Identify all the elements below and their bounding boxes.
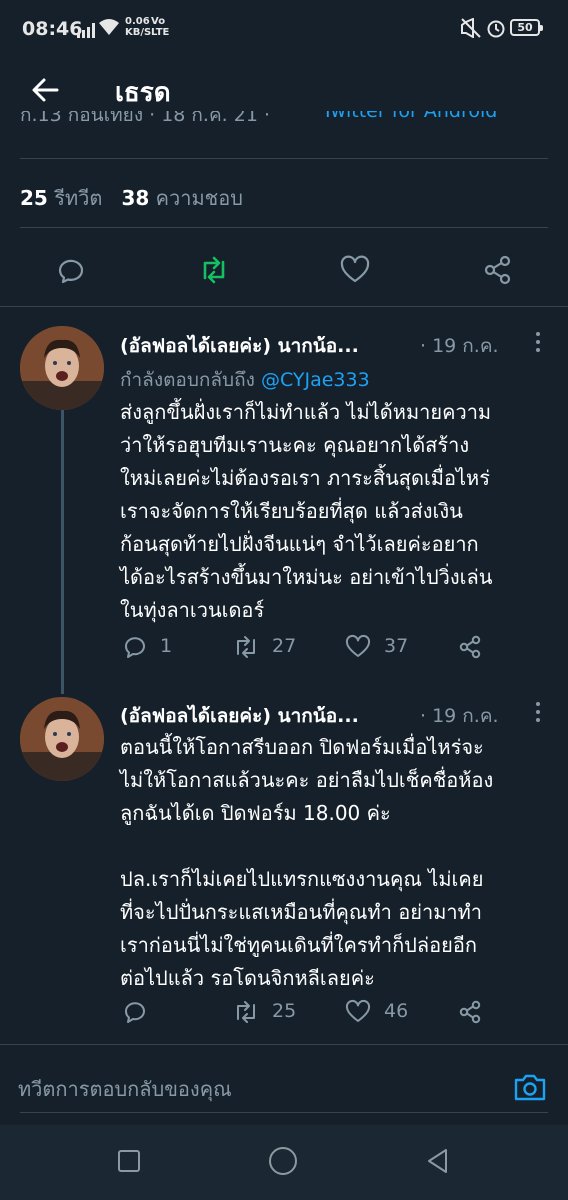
like-icon[interactable]: [344, 633, 372, 661]
reply-date[interactable]: · 19 ก.ค.: [420, 331, 499, 361]
page-title: เธรด: [115, 78, 171, 108]
status-bar: 08:46 0.06 KB/S Vo LTE 50: [0, 0, 568, 60]
tweet-stats: 25 รีทวีต 38 ความชอบ: [20, 182, 243, 214]
like-icon[interactable]: [344, 998, 372, 1026]
tweet-timestamp: ก.13 ก่อนเที่ยง · 18 ก.ค. 21 ·: [20, 111, 271, 126]
retweet-icon[interactable]: [196, 252, 232, 288]
reply-icon[interactable]: [52, 252, 88, 288]
retweets-label[interactable]: รีทวีต: [54, 186, 102, 210]
avatar[interactable]: [20, 326, 104, 410]
reply-text: ตอนนี้ให้โอกาสรีบออก ปิดฟอร์มเมื่อไหร่จะ…: [120, 735, 494, 990]
reply-date[interactable]: · 19 ก.ค.: [420, 701, 499, 731]
alarm-icon: [487, 20, 505, 38]
tweet-meta: ก.13 ก่อนเที่ยง · 18 ก.ค. 21 · Twitter f…: [20, 111, 560, 131]
divider: [0, 306, 568, 307]
reply-icon[interactable]: [122, 633, 150, 661]
signal-icon: [77, 22, 95, 38]
arrow-left-icon[interactable]: [28, 73, 62, 107]
tweet-source[interactable]: Twitter for Android: [322, 111, 497, 122]
likes-label[interactable]: ความชอบ: [156, 186, 243, 210]
net-type: Vo LTE: [151, 16, 170, 38]
likes-count[interactable]: 38: [121, 186, 149, 210]
camera-icon[interactable]: [512, 1069, 548, 1105]
status-time: 08:46: [22, 18, 83, 40]
retweet-icon[interactable]: [232, 633, 260, 661]
mention-link[interactable]: @CYJae333: [261, 369, 370, 391]
like-count: 46: [384, 1000, 409, 1022]
divider: [20, 158, 548, 159]
reply-author-name[interactable]: (อัลฟอลได้เลยค่ะ) นากน้อ...: [120, 331, 359, 361]
reply-text: ส่งลูกขึ้นฝั่งเราก็ไม่ทำแล้ว ไม่ได้หมายค…: [120, 400, 493, 622]
home-button[interactable]: [269, 1147, 297, 1175]
divider: [20, 227, 548, 228]
divider: [20, 1112, 548, 1113]
like-count: 37: [384, 635, 409, 657]
reply-composer[interactable]: ทวีตการตอบกลับของคุณ: [0, 1045, 568, 1125]
reply-icon[interactable]: [122, 998, 150, 1026]
retweet-count: 25: [272, 1000, 297, 1022]
replying-to: กำลังตอบกลับถึง @CYJae333: [120, 369, 370, 391]
share-icon[interactable]: [456, 633, 484, 661]
wifi-icon: [99, 19, 119, 35]
back-button[interactable]: [424, 1147, 452, 1175]
more-vertical-icon[interactable]: [530, 330, 546, 354]
recents-button[interactable]: [118, 1150, 140, 1172]
mute-icon: [461, 18, 481, 38]
share-icon[interactable]: [456, 998, 484, 1026]
like-icon[interactable]: [337, 252, 373, 288]
reply-input[interactable]: ทวีตการตอบกลับของคุณ: [18, 1073, 232, 1105]
retweets-count[interactable]: 25: [20, 186, 48, 210]
retweet-icon[interactable]: [232, 998, 260, 1026]
reply-author-name[interactable]: (อัลฟอลได้เลยค่ะ) นากน้อ...: [120, 701, 359, 731]
battery-indicator: 50: [510, 19, 543, 36]
thread-line: [61, 410, 64, 694]
net-speed: 0.06 KB/S: [125, 16, 152, 38]
avatar[interactable]: [20, 697, 104, 781]
share-icon[interactable]: [480, 252, 516, 288]
retweet-count: 27: [272, 635, 297, 657]
reply-count: 1: [160, 635, 173, 657]
more-vertical-icon[interactable]: [530, 700, 546, 724]
